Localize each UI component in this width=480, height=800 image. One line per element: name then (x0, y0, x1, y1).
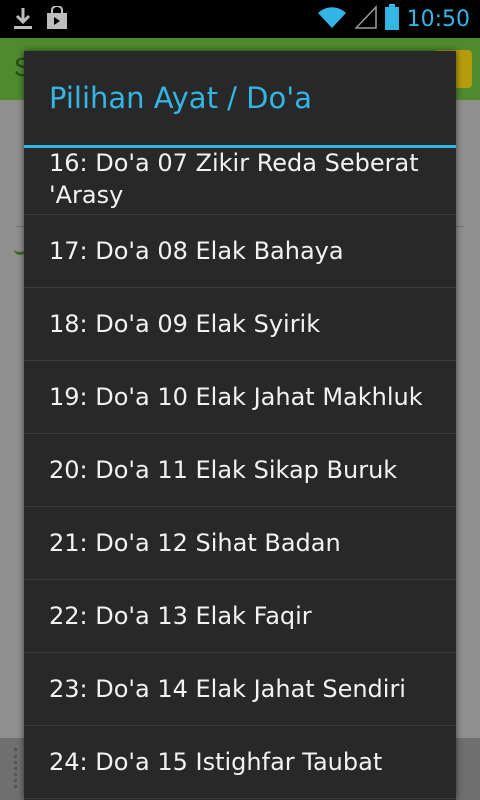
list-item[interactable]: 23: Do'a 14 Elak Jahat Sendiri (24, 653, 456, 726)
list-item-label: 18: Do'a 09 Elak Syirik (49, 310, 321, 338)
shopping-bag-icon (46, 5, 68, 34)
list-item-label: 24: Do'a 15 Istighfar Taubat (49, 748, 383, 776)
list-item[interactable]: 21: Do'a 12 Sihat Badan (24, 507, 456, 580)
signal-icon (353, 5, 377, 33)
list-item-label: 17: Do'a 08 Elak Bahaya (49, 237, 344, 265)
list-item-label: 16: Do'a 07 Zikir Reda Seberat 'Arasy (49, 149, 419, 209)
list-item-label: 22: Do'a 13 Elak Faqir (49, 602, 312, 630)
dialog-title: Pilihan Ayat / Do'a (49, 81, 312, 115)
list-item-label: 21: Do'a 12 Sihat Badan (49, 529, 341, 557)
list-item-label: 23: Do'a 14 Elak Jahat Sendiri (49, 675, 406, 703)
list-item[interactable]: 17: Do'a 08 Elak Bahaya (24, 215, 456, 288)
list-item[interactable]: 22: Do'a 13 Elak Faqir (24, 580, 456, 653)
list-item-label: 20: Do'a 11 Elak Sikap Buruk (49, 456, 398, 484)
list-item[interactable]: 18: Do'a 09 Elak Syirik (24, 288, 456, 361)
list-item[interactable]: 19: Do'a 10 Elak Jahat Makhluk (24, 361, 456, 434)
dialog-list[interactable]: 16: Do'a 07 Zikir Reda Seberat 'Arasy 17… (24, 148, 456, 800)
battery-icon (384, 4, 399, 34)
download-icon (12, 6, 34, 34)
selection-dialog: Pilihan Ayat / Do'a 16: Do'a 07 Zikir Re… (24, 51, 456, 800)
list-item[interactable]: 16: Do'a 07 Zikir Reda Seberat 'Arasy (24, 148, 456, 215)
wifi-icon (317, 5, 347, 33)
clock: 10:50 (406, 6, 470, 32)
list-item[interactable]: 24: Do'a 15 Istighfar Taubat (24, 726, 456, 799)
list-item-label: 19: Do'a 10 Elak Jahat Makhluk (49, 383, 423, 411)
status-bar: 10:50 (0, 0, 480, 38)
list-item[interactable]: 20: Do'a 11 Elak Sikap Buruk (24, 434, 456, 507)
